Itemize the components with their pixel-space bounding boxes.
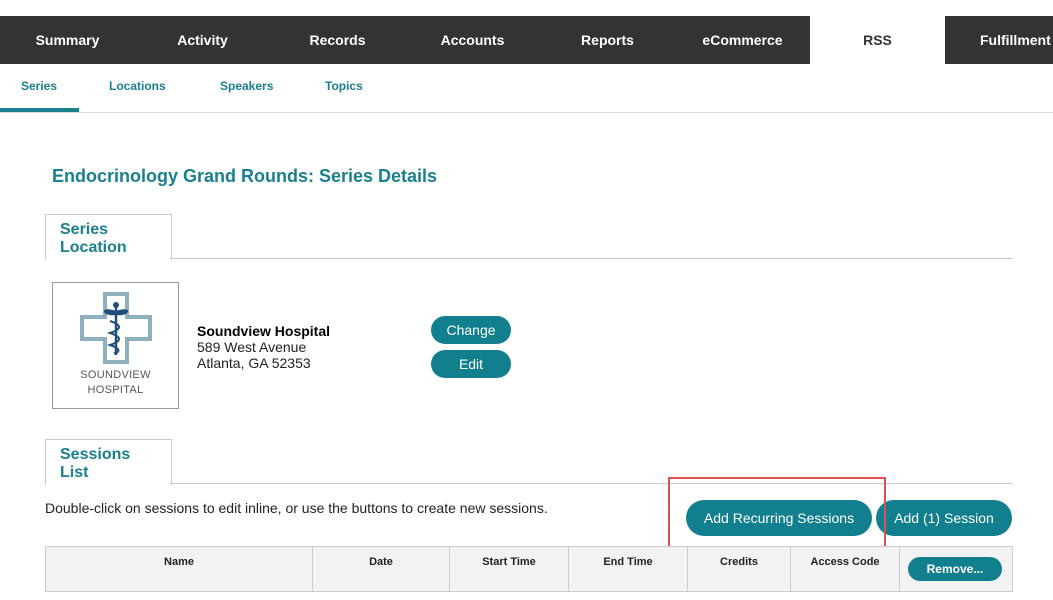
column-header-credits[interactable]: Credits bbox=[688, 547, 791, 591]
subnav-item-speakers[interactable]: Speakers bbox=[220, 79, 273, 93]
subnav-item-series[interactable]: Series bbox=[21, 79, 57, 93]
section-divider bbox=[170, 483, 1013, 484]
active-subnav-indicator bbox=[0, 108, 79, 112]
tab-accounts[interactable]: Accounts bbox=[405, 16, 540, 64]
remove-button[interactable]: Remove... bbox=[908, 557, 1002, 581]
tab-records[interactable]: Records bbox=[270, 16, 405, 64]
sessions-help-text: Double-click on sessions to edit inline,… bbox=[45, 500, 548, 516]
add-session-button[interactable]: Add (1) Session bbox=[876, 500, 1012, 536]
tab-rss[interactable]: RSS bbox=[810, 16, 945, 64]
column-header-start-time[interactable]: Start Time bbox=[450, 547, 569, 591]
location-address-line2: Atlanta, GA 52353 bbox=[197, 355, 311, 371]
series-location-tab[interactable]: Series Location bbox=[45, 214, 172, 260]
highlight-box bbox=[668, 477, 886, 552]
series-location-tab-line1: Series bbox=[60, 221, 109, 238]
subnav-item-locations[interactable]: Locations bbox=[109, 79, 166, 93]
column-header-access-code[interactable]: Access Code bbox=[791, 547, 900, 591]
medical-cross-icon bbox=[80, 292, 152, 364]
tab-ecommerce[interactable]: eCommerce bbox=[675, 16, 810, 64]
top-nav: Summary Activity Records Accounts Report… bbox=[0, 16, 1053, 64]
page-title: Endocrinology Grand Rounds: Series Detai… bbox=[52, 166, 438, 186]
sessions-list-tab-line1: Sessions bbox=[60, 446, 131, 463]
location-address-line1: 589 West Avenue bbox=[197, 339, 307, 355]
series-location-tab-line2: Location bbox=[60, 239, 127, 256]
section-divider bbox=[170, 258, 1013, 259]
tab-summary[interactable]: Summary bbox=[0, 16, 135, 64]
tab-fulfillment[interactable]: Fulfillment bbox=[945, 16, 1053, 64]
tab-reports[interactable]: Reports bbox=[540, 16, 675, 64]
location-logo: SOUNDVIEW HOSPITAL bbox=[52, 282, 179, 409]
edit-location-button[interactable]: Edit bbox=[431, 350, 511, 378]
sub-nav: Series Locations Speakers Topics bbox=[0, 64, 1053, 113]
column-header-date[interactable]: Date bbox=[313, 547, 450, 591]
sessions-list-tab[interactable]: Sessions List bbox=[45, 439, 172, 485]
sessions-table-header: Name Date Start Time End Time Credits Ac… bbox=[45, 546, 1013, 592]
location-name: Soundview Hospital bbox=[197, 323, 331, 339]
column-header-name[interactable]: Name bbox=[46, 547, 313, 591]
sessions-list-tab-line2: List bbox=[60, 464, 89, 481]
column-header-actions: Remove... bbox=[900, 547, 1012, 591]
logo-text-line2: HOSPITAL bbox=[87, 384, 144, 396]
tab-activity[interactable]: Activity bbox=[135, 16, 270, 64]
logo-text-line1: SOUNDVIEW bbox=[80, 369, 151, 381]
subnav-item-topics[interactable]: Topics bbox=[325, 79, 363, 93]
change-location-button[interactable]: Change bbox=[431, 316, 511, 344]
column-header-end-time[interactable]: End Time bbox=[569, 547, 688, 591]
